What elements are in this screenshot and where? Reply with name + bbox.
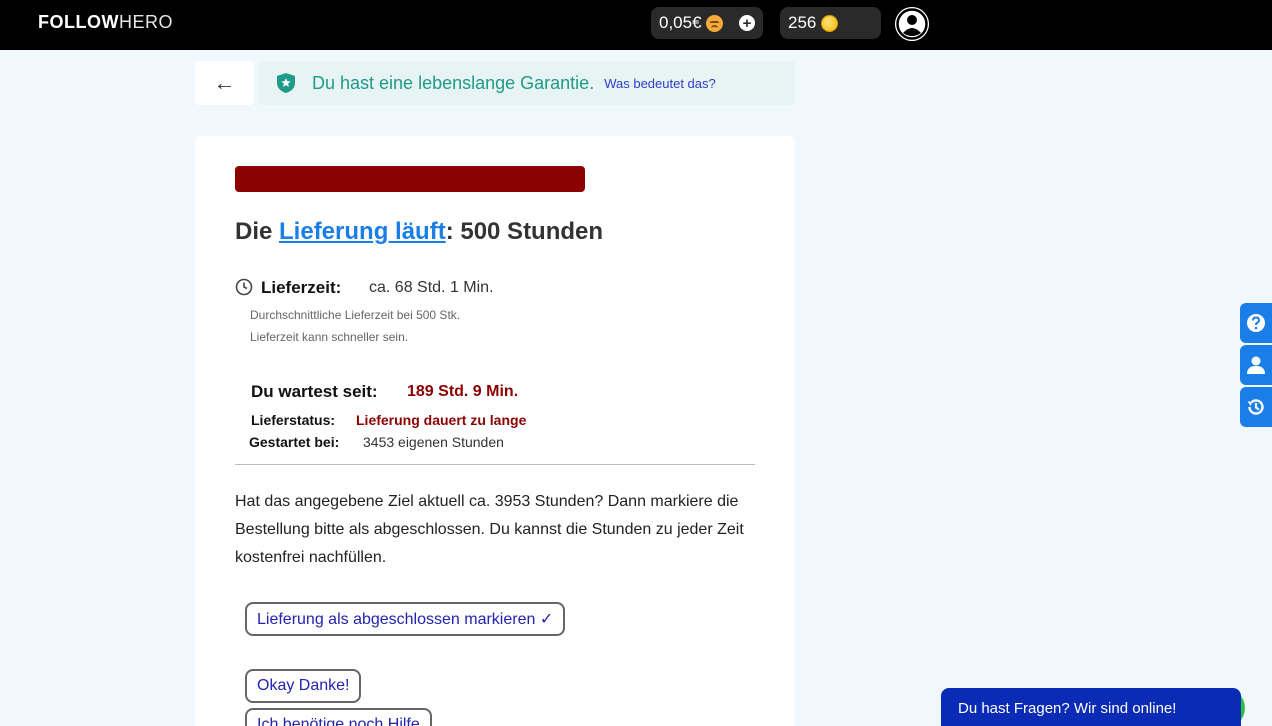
- page-title: Die Lieferung läuft: 500 Stunden: [235, 218, 603, 246]
- logo-bold: FOLLOW: [38, 12, 119, 32]
- mark-complete-button[interactable]: Lieferung als abgeschlossen markieren ✓: [245, 602, 566, 636]
- title-suffix: : 500 Stunden: [445, 218, 604, 245]
- logo[interactable]: FOLLOWHERO: [38, 12, 173, 33]
- okay-thanks-button[interactable]: Okay Danke!: [245, 669, 362, 703]
- delivery-note-1: Durchschnittliche Lieferzeit bei 500 Stk…: [250, 308, 461, 322]
- clock-icon: [235, 278, 253, 296]
- redacted-bar: [235, 166, 585, 192]
- chat-text: Du hast Fragen? Wir sind online!: [958, 700, 1177, 717]
- completion-instructions: Hat das angegebene Ziel aktuell ca. 3953…: [235, 493, 744, 566]
- status-label: Lieferstatus:: [251, 412, 336, 428]
- help-icon: [1247, 314, 1265, 332]
- history-icon: [1247, 399, 1264, 415]
- title-prefix: Die: [235, 218, 280, 245]
- sad-face-icon: [705, 14, 723, 32]
- guarantee-banner: Du hast eine lebenslange Garantie. Was b…: [258, 61, 795, 105]
- waiting-label: Du wartest seit:: [251, 382, 378, 401]
- history-tab[interactable]: [1240, 387, 1272, 427]
- chat-widget[interactable]: Du hast Fragen? Wir sind online!: [941, 688, 1241, 726]
- need-help-button[interactable]: Ich benötige noch Hilfe: [245, 708, 432, 726]
- order-card: Die Lieferung läuft: 500 Stunden Lieferz…: [195, 136, 795, 726]
- delivery-note-2: Lieferzeit kann schneller sein.: [250, 330, 409, 344]
- status-value: Lieferung dauert zu lange: [356, 412, 527, 428]
- user-icon: [1247, 356, 1265, 374]
- started-value: 3453 eigenen Stunden: [363, 434, 504, 450]
- back-arrow-icon: ←: [213, 70, 236, 95]
- account-tab[interactable]: [1240, 345, 1272, 385]
- user-avatar-icon[interactable]: [895, 7, 929, 41]
- coin-icon: [821, 14, 839, 32]
- top-bar: FOLLOWHERO 0,05€ + 256: [0, 0, 1272, 50]
- logo-light: HERO: [118, 12, 173, 32]
- back-button[interactable]: ←: [195, 61, 254, 105]
- balance-pill[interactable]: 0,05€ +: [651, 7, 763, 39]
- delivery-time-label: Lieferzeit:: [261, 278, 342, 297]
- balance-value: 0,05€: [659, 13, 702, 32]
- help-tab[interactable]: [1240, 303, 1272, 343]
- guarantee-info-link[interactable]: Was bedeutet das?: [604, 76, 716, 91]
- plus-icon[interactable]: +: [739, 15, 755, 31]
- coins-pill[interactable]: 256: [780, 7, 881, 39]
- waiting-value: 189 Std. 9 Min.: [407, 383, 519, 400]
- divider: [235, 464, 755, 465]
- coins-value: 256: [788, 13, 817, 32]
- shield-star-icon: [277, 73, 295, 93]
- started-label: Gestartet bei:: [249, 434, 340, 450]
- delivery-time-value: ca. 68 Std. 1 Min.: [369, 279, 494, 296]
- guarantee-text: Du hast eine lebenslange Garantie.: [312, 72, 595, 93]
- delivery-status-link[interactable]: Lieferung läuft: [279, 218, 446, 245]
